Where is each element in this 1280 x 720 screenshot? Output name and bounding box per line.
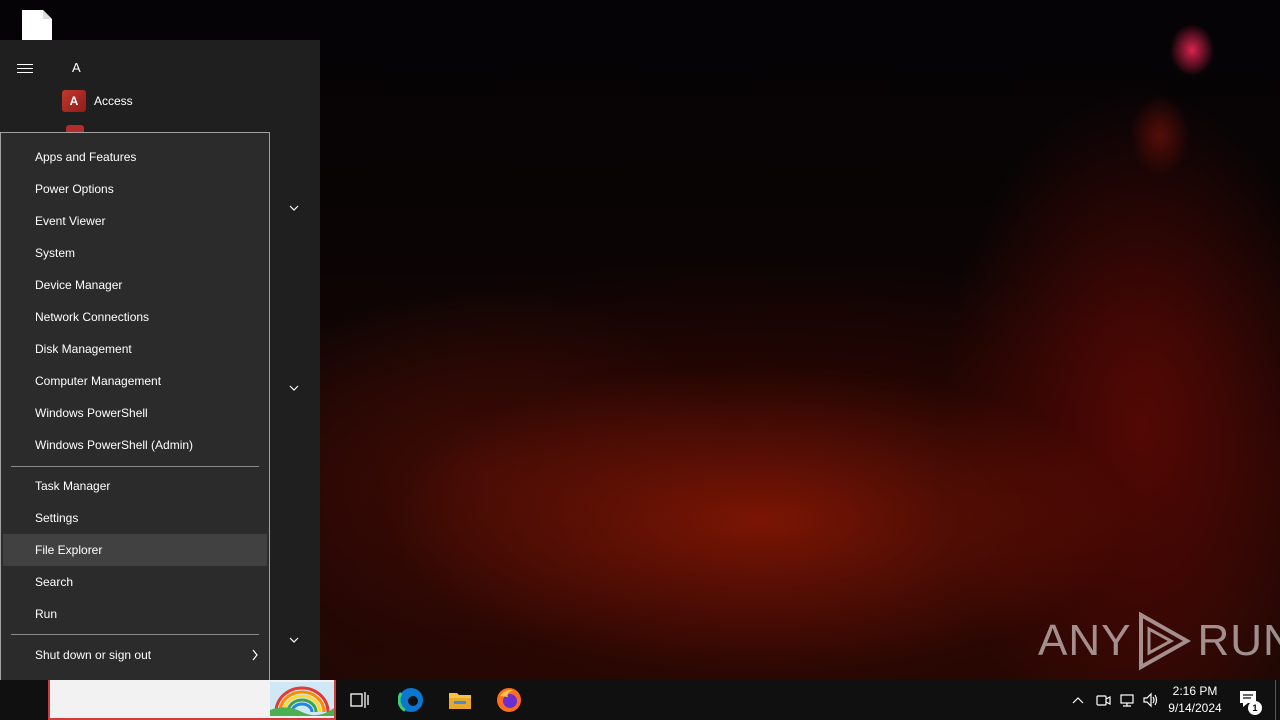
chevron-down-icon[interactable] [288,384,300,392]
menu-item-apps-and-features[interactable]: Apps and Features [3,141,267,173]
menu-item-system[interactable]: System [3,237,267,269]
taskbar-window-thumbnail[interactable] [48,680,336,720]
chevron-down-icon[interactable] [288,204,300,212]
menu-item-computer-management[interactable]: Computer Management [3,365,267,397]
meet-now-icon[interactable] [1093,690,1113,710]
menu-item-label: Shut down or sign out [35,648,152,662]
network-icon[interactable] [1117,690,1137,710]
watermark-text-right: RUN [1197,616,1280,665]
menu-item-windows-powershell[interactable]: Windows PowerShell [3,397,267,429]
taskbar-clock[interactable]: 2:16 PM 9/14/2024 [1160,683,1230,717]
app-list-section-header[interactable]: A [72,60,81,75]
menu-item-disk-management[interactable]: Disk Management [3,333,267,365]
hamburger-menu-icon[interactable] [13,58,37,78]
app-item-label: Access [94,94,133,108]
firefox-icon[interactable] [495,686,523,714]
show-desktop-button[interactable] [1275,680,1276,720]
task-view-icon[interactable] [346,686,374,714]
menu-item-search[interactable]: Search [3,566,267,598]
chevron-right-icon [252,649,258,661]
anyrun-watermark: ANY RUN [1038,608,1280,674]
watermark-text-left: ANY [1038,616,1132,665]
chevron-down-icon[interactable] [288,636,300,644]
file-explorer-icon[interactable] [446,686,474,714]
chevron-up-icon[interactable] [1068,690,1088,710]
menu-item-settings[interactable]: Settings [3,502,267,534]
menu-item-event-viewer[interactable]: Event Viewer [3,205,267,237]
app-item-access[interactable]: A Access [62,89,133,113]
clock-time: 2:16 PM [1172,684,1218,698]
menu-separator [11,634,259,635]
menu-item-run[interactable]: Run [3,598,267,630]
menu-item-power-options[interactable]: Power Options [3,173,267,205]
volume-icon[interactable] [1141,690,1161,710]
menu-item-task-manager[interactable]: Task Manager [3,470,267,502]
menu-item-device-manager[interactable]: Device Manager [3,269,267,301]
edge-icon[interactable] [397,686,425,714]
menu-item-windows-powershell-admin[interactable]: Windows PowerShell (Admin) [3,429,267,461]
clock-date: 9/14/2024 [1168,701,1222,715]
play-logo-icon [1139,611,1192,671]
rainbow-image-icon [270,682,334,716]
notification-count-badge: 1 [1248,701,1262,715]
menu-separator [11,466,259,467]
desktop-file-icon[interactable] [21,10,52,40]
menu-item-file-explorer[interactable]: File Explorer [3,534,267,566]
access-icon: A [62,90,86,112]
menu-item-network-connections[interactable]: Network Connections [3,301,267,333]
quick-link-menu: Apps and Features Power Options Event Vi… [0,132,270,712]
menu-item-shut-down-or-sign-out[interactable]: Shut down or sign out [3,639,267,671]
